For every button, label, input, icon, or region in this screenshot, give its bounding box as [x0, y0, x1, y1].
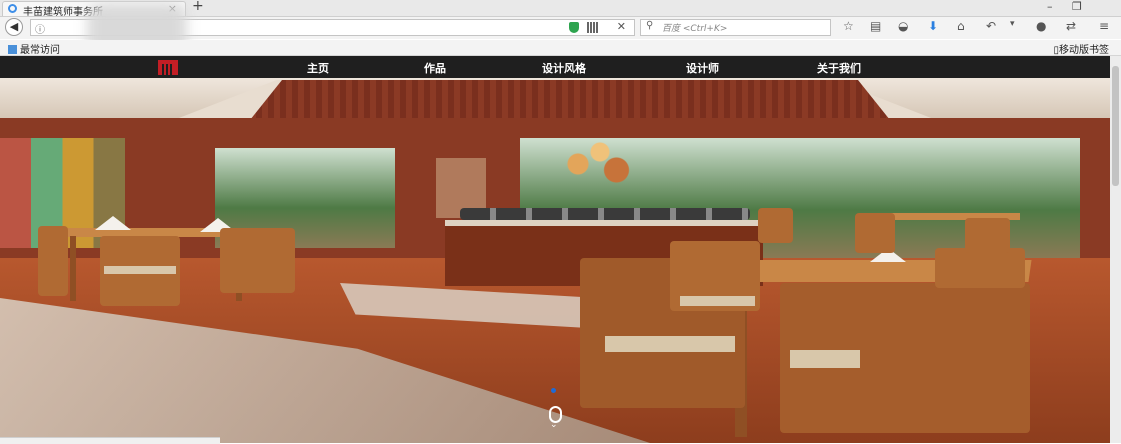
favicon-icon	[8, 4, 17, 13]
scrollbar-thumb[interactable]	[1112, 66, 1119, 186]
mobile-bookmarks-label: 移动版书签	[1059, 45, 1109, 56]
bookmark-star-icon[interactable]: ☆	[843, 19, 854, 33]
minimize-button[interactable]: –	[1047, 0, 1053, 13]
nav-designers[interactable]: 设计师	[686, 60, 719, 76]
scroll-down-chevron-icon[interactable]: ⌄	[550, 420, 558, 430]
shield-icon[interactable]	[569, 22, 579, 33]
bookmark-frequent-label: 最常访问	[20, 45, 60, 56]
download-icon[interactable]: ⬇	[928, 19, 938, 33]
mobile-bookmarks[interactable]: ▯移动版书签	[1053, 41, 1109, 56]
search-box[interactable]: ⚲ 百度 <Ctrl+K>	[640, 19, 831, 36]
slider-dot-active[interactable]	[551, 388, 556, 393]
site-logo[interactable]	[158, 60, 178, 75]
clear-icon[interactable]: ✕	[617, 20, 626, 33]
home-icon[interactable]: ⌂	[957, 19, 965, 33]
bookmark-frequent[interactable]: 最常访问	[8, 41, 60, 56]
chat-icon[interactable]: ●	[1036, 19, 1046, 33]
page-scrollbar[interactable]	[1110, 56, 1121, 443]
address-bar[interactable]: ⓘ ✕	[30, 4, 635, 59]
nav-design-style[interactable]: 设计风格	[542, 60, 586, 76]
nav-works[interactable]: 作品	[424, 60, 446, 76]
qr-code-icon[interactable]	[587, 22, 598, 33]
sync-icon[interactable]: ⇄	[1066, 19, 1076, 33]
search-icon: ⚲	[646, 20, 654, 31]
back-button[interactable]: ◀	[5, 18, 23, 36]
nav-home[interactable]: 主页	[307, 60, 329, 76]
folder-icon	[8, 45, 17, 54]
site-info-icon[interactable]: ⓘ	[35, 21, 45, 36]
nav-toolbar: ◀ ⓘ ✕ ⚲ 百度 <Ctrl+K>	[0, 4, 1121, 59]
new-tab-button[interactable]: +	[192, 0, 204, 14]
dropdown-icon[interactable]: ▾	[1010, 19, 1015, 29]
website-viewport: 主页 作品 设计风格 设计师 关于我们 ⌄	[0, 56, 1110, 443]
site-nav: 主页 作品 设计风格 设计师 关于我们	[0, 56, 1110, 78]
search-placeholder: 百度 <Ctrl+K>	[662, 24, 728, 34]
pocket-icon[interactable]: ◒	[898, 19, 908, 33]
undo-icon[interactable]: ↶	[986, 19, 996, 33]
restore-button[interactable]: ❐	[1072, 0, 1082, 13]
bookmarks-bar: 最常访问 ▯移动版书签	[0, 40, 1121, 56]
reader-icon[interactable]: ▤	[870, 19, 881, 33]
menu-icon[interactable]: ≡	[1099, 19, 1109, 33]
nav-about[interactable]: 关于我们	[817, 60, 861, 76]
